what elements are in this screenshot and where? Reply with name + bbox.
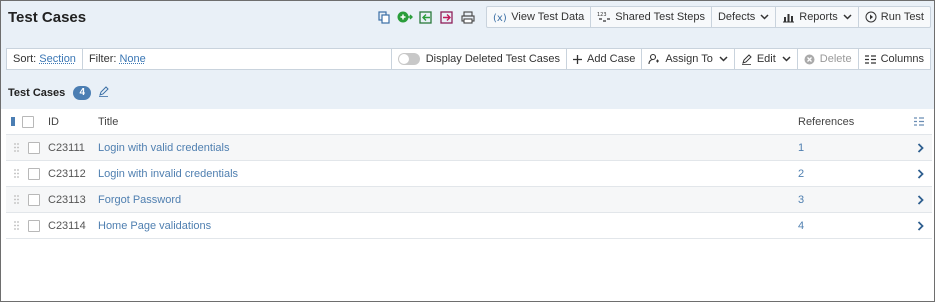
copy-icon[interactable] — [374, 8, 394, 26]
sort-label: Sort: — [13, 53, 37, 65]
table-row[interactable]: C23114 Home Page validations 4 — [6, 213, 932, 239]
chevron-down-icon — [719, 56, 728, 62]
reports-label: Reports — [799, 11, 838, 23]
column-header-id[interactable]: ID — [48, 116, 59, 128]
case-id: C23111 — [48, 141, 85, 154]
case-title-link[interactable]: Login with invalid credentials — [98, 168, 238, 180]
edit-dropdown[interactable]: Edit — [733, 49, 797, 69]
table-header-row: ID Title References — [6, 109, 932, 135]
run-test-button[interactable]: Run Test — [857, 7, 930, 27]
drag-handle-icon[interactable] — [10, 169, 22, 178]
print-icon[interactable] — [458, 8, 478, 26]
svg-text:123: 123 — [597, 12, 607, 18]
table-row[interactable]: C23112 Login with invalid credentials 2 — [6, 161, 932, 187]
case-id: C23112 — [48, 167, 86, 180]
edit-section-icon[interactable] — [98, 86, 109, 100]
chevron-right-icon[interactable] — [917, 220, 924, 231]
export-icon[interactable] — [437, 8, 457, 26]
section-marker-icon — [11, 117, 15, 126]
section-title: Test Cases — [8, 87, 66, 99]
column-header-title[interactable]: Title — [98, 116, 118, 128]
sort-control[interactable]: Sort: Section — [7, 49, 82, 69]
case-title-link[interactable]: Home Page validations — [98, 220, 211, 232]
case-count-badge: 4 — [73, 86, 92, 100]
defects-label: Defects — [717, 11, 756, 23]
run-test-label: Run Test — [880, 11, 924, 23]
page-title: Test Cases — [8, 9, 87, 26]
filter-value-link[interactable]: None — [119, 53, 145, 65]
shared-test-steps-label: Shared Test Steps — [615, 11, 705, 23]
table-row[interactable]: C23113 Forgot Password 3 — [6, 187, 932, 213]
filter-bar: Sort: Section Filter: None Display Delet… — [6, 48, 931, 70]
chevron-down-icon — [760, 14, 769, 20]
column-settings-icon[interactable] — [914, 117, 924, 126]
case-reference-link[interactable]: 4 — [798, 220, 804, 232]
filter-control[interactable]: Filter: None — [81, 49, 152, 69]
view-test-data-label: View Test Data — [511, 11, 585, 23]
edit-label: Edit — [756, 53, 776, 65]
columns-label: Columns — [880, 53, 924, 65]
display-deleted-label: Display Deleted Test Cases — [425, 53, 561, 65]
header-button-group: (x) View Test Data 123 Shared Test Steps… — [486, 6, 931, 28]
toggle-switch[interactable] — [397, 53, 420, 65]
case-reference-link[interactable]: 1 — [798, 142, 804, 154]
assign-to-label: Assign To — [665, 53, 713, 65]
section-header: Test Cases 4 — [8, 86, 109, 100]
view-test-data-button[interactable]: (x) View Test Data — [487, 7, 590, 27]
columns-icon — [864, 54, 876, 64]
delete-button[interactable]: Delete — [796, 49, 858, 69]
delete-label: Delete — [819, 53, 852, 65]
row-checkbox[interactable] — [28, 141, 40, 154]
chevron-right-icon[interactable] — [917, 142, 924, 153]
case-id: C23113 — [48, 193, 86, 206]
chevron-right-icon[interactable] — [917, 168, 924, 179]
filter-bar-actions: Display Deleted Test Cases Add Case Assi… — [390, 49, 930, 69]
variable-icon: (x) — [493, 13, 507, 23]
chevron-down-icon — [782, 56, 791, 62]
drag-handle-icon[interactable] — [10, 221, 22, 230]
case-id: C23114 — [48, 219, 86, 232]
test-cases-window: Test Cases (x) View Test Data 123 Shared… — [0, 0, 935, 302]
delete-circle-icon — [804, 54, 815, 64]
steps-icon: 123 — [597, 12, 611, 22]
header-toolbar: (x) View Test Data 123 Shared Test Steps… — [373, 6, 931, 28]
filter-label: Filter: — [88, 53, 117, 65]
case-reference-link[interactable]: 3 — [798, 194, 804, 206]
select-all-checkbox[interactable] — [22, 115, 34, 128]
case-title-link[interactable]: Forgot Password — [98, 194, 181, 206]
columns-button[interactable]: Columns — [857, 49, 930, 69]
display-deleted-toggle[interactable]: Display Deleted Test Cases — [390, 49, 566, 69]
drag-handle-icon[interactable] — [10, 195, 22, 204]
chevron-right-icon[interactable] — [917, 194, 924, 205]
play-icon — [865, 11, 877, 23]
chevron-down-icon — [843, 14, 852, 20]
drag-handle-icon[interactable] — [10, 143, 22, 152]
sort-value-link[interactable]: Section — [39, 53, 76, 65]
svg-text:(x): (x) — [493, 13, 507, 23]
row-checkbox[interactable] — [28, 219, 40, 232]
assign-to-dropdown[interactable]: Assign To — [641, 49, 734, 69]
row-checkbox[interactable] — [28, 193, 40, 206]
assign-user-icon — [648, 53, 660, 65]
case-title-link[interactable]: Login with valid credentials — [98, 142, 229, 154]
pencil-icon — [741, 53, 752, 65]
row-checkbox[interactable] — [28, 167, 40, 180]
shared-test-steps-button[interactable]: 123 Shared Test Steps — [590, 7, 711, 27]
defects-dropdown[interactable]: Defects — [710, 7, 775, 27]
add-case-button[interactable]: Add Case — [566, 49, 641, 69]
chart-icon — [783, 13, 795, 22]
table-row[interactable]: C23111 Login with valid credentials 1 — [6, 135, 932, 161]
reports-dropdown[interactable]: Reports — [775, 7, 858, 27]
plus-icon — [573, 54, 583, 64]
column-header-references[interactable]: References — [798, 116, 854, 128]
case-reference-link[interactable]: 2 — [798, 168, 804, 180]
add-case-label: Add Case — [587, 53, 636, 65]
test-cases-table: ID Title References C23111 Login with va… — [6, 109, 932, 239]
import-icon[interactable] — [416, 8, 436, 26]
add-circle-icon[interactable] — [395, 8, 415, 26]
